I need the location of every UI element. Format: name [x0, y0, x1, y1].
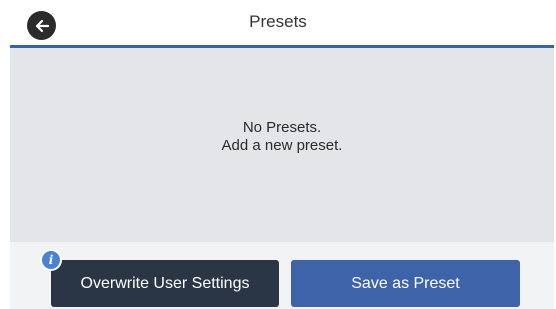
empty-message-line-1: No Presets.	[242, 119, 322, 136]
overwrite-user-settings-button[interactable]: Overwrite User Settings	[51, 260, 279, 307]
page-title: Presets	[249, 12, 307, 31]
presets-screen: Presets No Presets. Add a new preset. Ov…	[0, 0, 556, 309]
save-as-preset-button[interactable]: Save as Preset	[291, 260, 520, 307]
empty-message-line-2: Add a new preset.	[221, 137, 343, 154]
empty-message: No Presets. Add a new preset.	[10, 119, 554, 155]
info-icon: i	[40, 249, 62, 271]
content-area: No Presets. Add a new preset.	[10, 48, 554, 242]
header-bar: Presets	[0, 0, 556, 45]
